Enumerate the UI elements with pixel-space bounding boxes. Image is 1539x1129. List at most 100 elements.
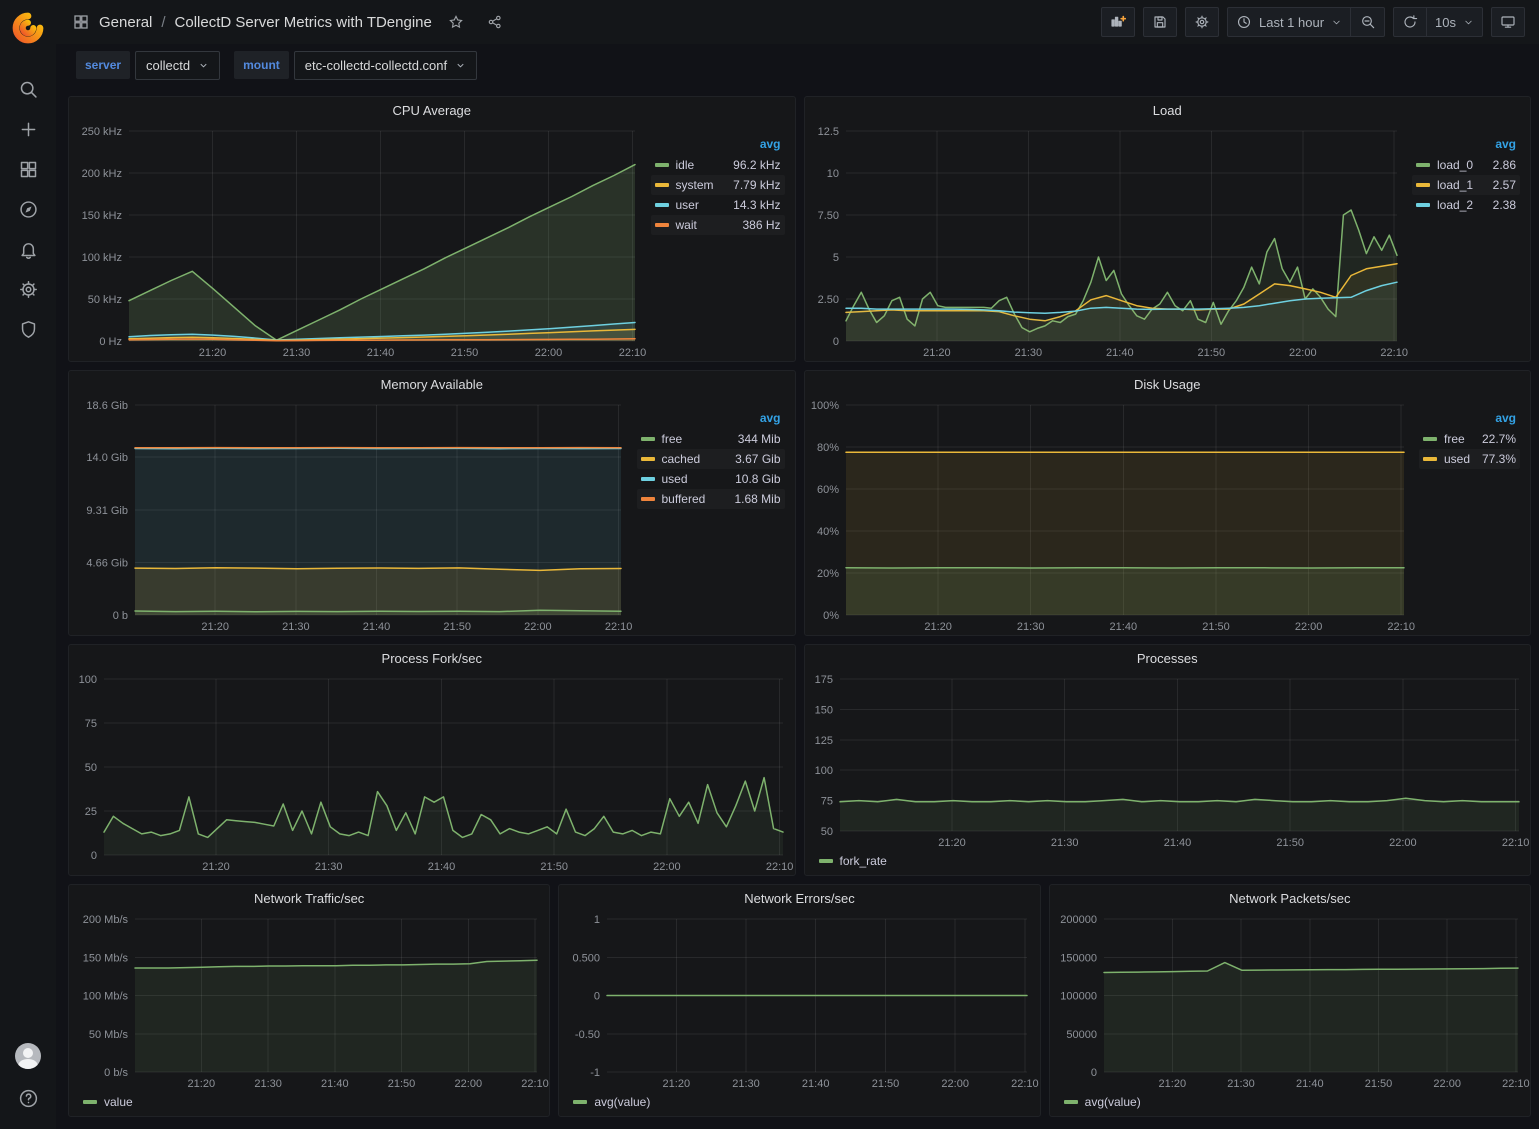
chart-plot[interactable]: 0 b4.66 Gib9.31 Gib14.0 Gib18.6 Gib21:20… [69, 397, 633, 635]
panel-title[interactable]: Network Packets/sec [1050, 885, 1530, 911]
svg-text:12.5: 12.5 [817, 126, 838, 138]
search-icon[interactable] [10, 76, 46, 102]
svg-text:100 Mb/s: 100 Mb/s [83, 991, 129, 1003]
chart-svg[interactable]: 507510012515017521:2021:3021:4021:5022:0… [805, 671, 1531, 851]
legend-series-name: cached [662, 452, 701, 466]
legend-swatch [1416, 183, 1430, 187]
grafana-logo[interactable] [8, 8, 48, 48]
legend-series-name: used [662, 472, 688, 486]
chart-plot[interactable]: 025507510021:2021:3021:4021:5022:0022:10 [69, 671, 795, 875]
panel-title[interactable]: CPU Average [69, 97, 795, 123]
dashboards-icon[interactable] [10, 156, 46, 182]
legend-series-value: 77.3% [1482, 452, 1516, 466]
legend-item[interactable]: user14.3 kHz [651, 195, 785, 215]
chart-plot[interactable]: 0 Hz50 kHz100 kHz150 kHz200 kHz250 kHz21… [69, 123, 647, 361]
app: General / CollectD Server Metrics with T… [0, 0, 1539, 1129]
svg-text:2.50: 2.50 [817, 294, 838, 306]
svg-text:0: 0 [1091, 1067, 1097, 1079]
chart-svg[interactable]: 0 b4.66 Gib9.31 Gib14.0 Gib18.6 Gib21:20… [69, 397, 633, 635]
variable-server-label: server [76, 51, 130, 79]
chart-svg[interactable]: 02.5057.501012.521:2021:3021:4021:5022:0… [805, 123, 1409, 361]
chart-plot[interactable]: -1-0.5000.500121:2021:3021:4021:5022:002… [559, 911, 1039, 1092]
legend-item[interactable]: system7.79 kHz [651, 175, 785, 195]
legend-swatch [641, 497, 655, 501]
svg-text:21:50: 21:50 [1202, 621, 1230, 633]
legend-item[interactable]: load_02.86 [1412, 155, 1520, 175]
panel-title[interactable]: Network Traffic/sec [69, 885, 549, 911]
legend-avg-header[interactable]: avg [760, 137, 781, 151]
time-range-label: Last 1 hour [1259, 15, 1324, 30]
legend-item[interactable]: fork_rate [819, 854, 887, 868]
chart-svg[interactable]: 0%20%40%60%80%100%21:2021:3021:4021:5022… [805, 397, 1416, 635]
legend-item[interactable]: value [83, 1095, 133, 1109]
user-avatar[interactable] [15, 1043, 41, 1069]
chart-plot[interactable]: 0 b/s50 Mb/s100 Mb/s150 Mb/s200 Mb/s21:2… [69, 911, 549, 1092]
chart-plot[interactable]: 02.5057.501012.521:2021:3021:4021:5022:0… [805, 123, 1409, 361]
legend-avg-header[interactable]: avg [760, 411, 781, 425]
star-icon[interactable] [441, 9, 471, 35]
legend-item[interactable]: avg(value) [573, 1095, 650, 1109]
refresh-interval-label: 10s [1435, 15, 1456, 30]
legend-item[interactable]: load_22.38 [1412, 195, 1520, 215]
svg-text:21:50: 21:50 [443, 621, 471, 633]
svg-text:0: 0 [832, 336, 838, 348]
panel-title[interactable]: Load [805, 97, 1531, 123]
svg-text:22:00: 22:00 [942, 1078, 970, 1090]
svg-text:18.6 Gib: 18.6 Gib [86, 400, 128, 412]
legend-item[interactable]: buffered1.68 Mib [637, 489, 785, 509]
dashboard-title[interactable]: CollectD Server Metrics with TDengine [175, 14, 432, 31]
legend-series-value: 344 Mib [738, 432, 781, 446]
legend-item[interactable]: used10.8 Gib [637, 469, 785, 489]
chart-svg[interactable]: -1-0.5000.500121:2021:3021:4021:5022:002… [559, 911, 1039, 1092]
legend-series-name: wait [676, 218, 697, 232]
chart-plot[interactable]: 507510012515017521:2021:3021:4021:5022:0… [805, 671, 1531, 851]
panel-title[interactable]: Network Errors/sec [559, 885, 1039, 911]
zoom-out-button[interactable] [1351, 7, 1385, 37]
legend-avg-header[interactable]: avg [1495, 411, 1516, 425]
legend-item[interactable]: cached3.67 Gib [637, 449, 785, 469]
svg-text:21:30: 21:30 [1050, 837, 1078, 849]
legend-item[interactable]: free22.7% [1419, 429, 1520, 449]
variable-mount-label: mount [234, 51, 289, 79]
chart-svg[interactable]: 0 b/s50 Mb/s100 Mb/s150 Mb/s200 Mb/s21:2… [69, 911, 549, 1092]
panel-title[interactable]: Process Fork/sec [69, 645, 795, 671]
chart-plot[interactable]: 05000010000015000020000021:2021:3021:402… [1050, 911, 1530, 1092]
legend-item[interactable]: wait386 Hz [651, 215, 785, 235]
time-range-picker[interactable]: Last 1 hour [1227, 7, 1351, 37]
alerting-bell-icon[interactable] [10, 236, 46, 262]
help-icon[interactable] [10, 1085, 46, 1111]
legend-series-value: 1.68 Mib [734, 492, 780, 506]
cycle-view-mode-button[interactable] [1491, 7, 1525, 37]
legend-swatch [83, 1100, 97, 1104]
legend-avg-header[interactable]: avg [1495, 137, 1516, 151]
refresh-button[interactable] [1393, 7, 1427, 37]
server-admin-shield-icon[interactable] [10, 316, 46, 342]
svg-text:50 Mb/s: 50 Mb/s [89, 1029, 129, 1041]
breadcrumb-folder[interactable]: General [99, 14, 152, 31]
chart-plot[interactable]: 0%20%40%60%80%100%21:2021:3021:4021:5022… [805, 397, 1416, 635]
chart-svg[interactable]: 025507510021:2021:3021:4021:5022:0022:10 [69, 671, 795, 875]
add-panel-button[interactable] [1101, 7, 1135, 37]
panel-title[interactable]: Processes [805, 645, 1531, 671]
chart-svg[interactable]: 05000010000015000020000021:2021:3021:402… [1050, 911, 1530, 1092]
legend-item[interactable]: avg(value) [1064, 1095, 1141, 1109]
legend-series-name: avg(value) [1085, 1095, 1141, 1109]
dashboard-settings-button[interactable] [1185, 7, 1219, 37]
save-dashboard-button[interactable] [1143, 7, 1177, 37]
refresh-interval-dropdown[interactable]: 10s [1427, 7, 1483, 37]
chart-svg[interactable]: 0 Hz50 kHz100 kHz150 kHz200 kHz250 kHz21… [69, 123, 647, 361]
svg-text:0 b: 0 b [113, 610, 128, 622]
legend-item[interactable]: load_12.57 [1412, 175, 1520, 195]
explore-compass-icon[interactable] [10, 196, 46, 222]
legend-item[interactable]: idle96.2 kHz [651, 155, 785, 175]
share-icon[interactable] [480, 9, 510, 35]
add-icon[interactable] [10, 116, 46, 142]
configuration-gear-icon[interactable] [10, 276, 46, 302]
legend-item[interactable]: free344 Mib [637, 429, 785, 449]
legend-item[interactable]: used77.3% [1419, 449, 1520, 469]
variable-server-value[interactable]: collectd [135, 51, 220, 80]
svg-text:21:30: 21:30 [283, 347, 311, 359]
panel-title[interactable]: Disk Usage [805, 371, 1531, 397]
variable-mount-value[interactable]: etc-collectd-collectd.conf [294, 51, 477, 80]
panel-title[interactable]: Memory Available [69, 371, 795, 397]
